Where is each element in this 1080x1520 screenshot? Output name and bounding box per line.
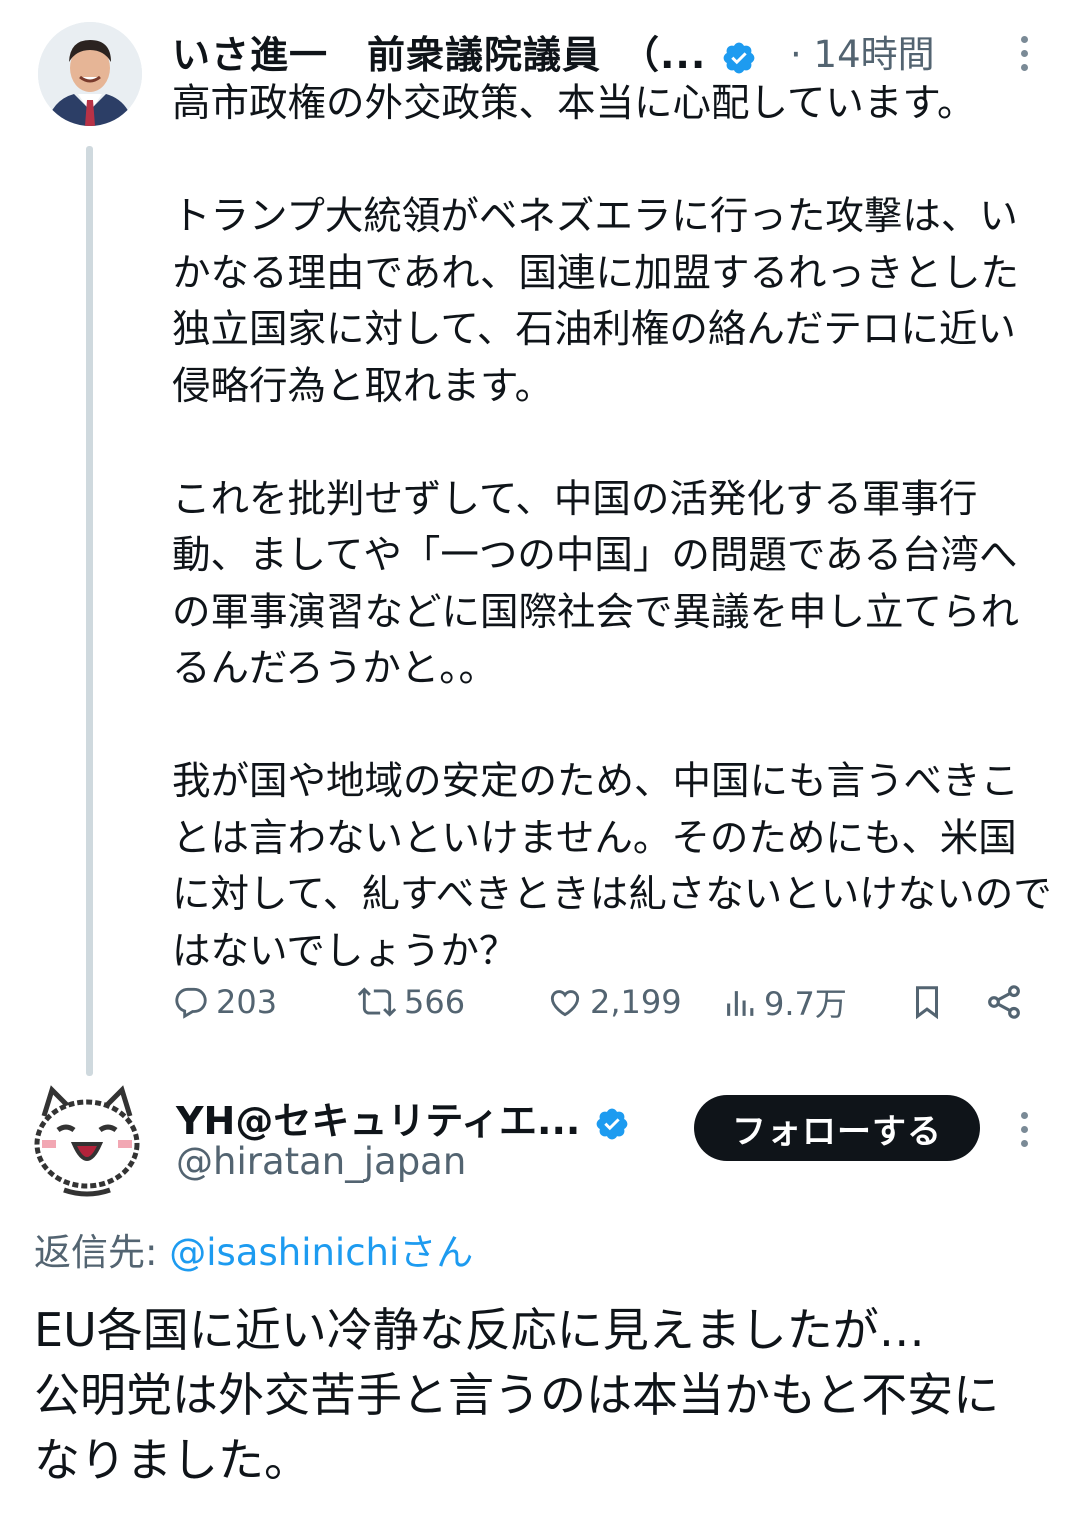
like-button[interactable]: 2,199 (546, 972, 682, 1032)
author-name[interactable]: いさ進一 前衆議院議員 （... (172, 24, 757, 79)
author-avatar[interactable] (38, 22, 142, 126)
retweet-count: 566 (404, 983, 466, 1021)
share-button[interactable] (984, 972, 1024, 1032)
retweet-icon (357, 987, 397, 1017)
verified-badge-icon (723, 42, 754, 73)
reply-count: 203 (216, 983, 278, 1021)
reply-author-name-text: YH@セキュリティエ... (176, 1099, 581, 1143)
more-icon[interactable] (1019, 1112, 1029, 1147)
share-icon (988, 985, 1020, 1019)
follow-button[interactable]: フォローする (694, 1095, 980, 1161)
reply-author-handle[interactable]: @hiratan_japan (176, 1140, 466, 1183)
like-count: 2,199 (590, 983, 682, 1021)
tweet-text: 高市政権の外交政策、本当に心配しています。 トランプ大統領がベネズエラに行った攻… (172, 81, 1052, 974)
views-button[interactable]: 9.7万 (724, 972, 847, 1032)
retweet-button[interactable]: 566 (356, 972, 465, 1032)
reply-author-avatar[interactable] (28, 1082, 146, 1200)
bookmark-button[interactable] (908, 972, 946, 1032)
verified-badge-icon (596, 1108, 627, 1139)
like-icon (550, 990, 580, 1017)
reply-author-name[interactable]: YH@セキュリティエ... (176, 1090, 630, 1145)
replying-to-mention-link[interactable]: @isashinichiさん (169, 1231, 473, 1274)
more-icon[interactable] (1019, 36, 1029, 71)
views-count: 9.7万 (764, 985, 847, 1023)
bookmark-icon (915, 986, 939, 1020)
thread-connector-line (86, 146, 93, 1076)
reply-button[interactable]: 203 (172, 972, 277, 1032)
avatar-photo (38, 22, 142, 126)
tweet-actions-bar: 203 566 2,199 9.7万 (172, 972, 1032, 1032)
replying-to-label: 返信先: (34, 1231, 170, 1274)
replying-to: 返信先: @isashinichiさん (34, 1222, 473, 1276)
cat-avatar-image (28, 1082, 146, 1200)
tweet-time[interactable]: · 14時間 (790, 24, 935, 78)
views-icon (727, 991, 754, 1016)
reply-icon (175, 987, 207, 1019)
author-name-text: いさ進一 前衆議院議員 （... (172, 33, 707, 77)
reply-tweet-text: EU各国に近い冷静な反応に見えましたが… 公明党は外交苦手と言うのは本当かもと不… (34, 1303, 1000, 1487)
